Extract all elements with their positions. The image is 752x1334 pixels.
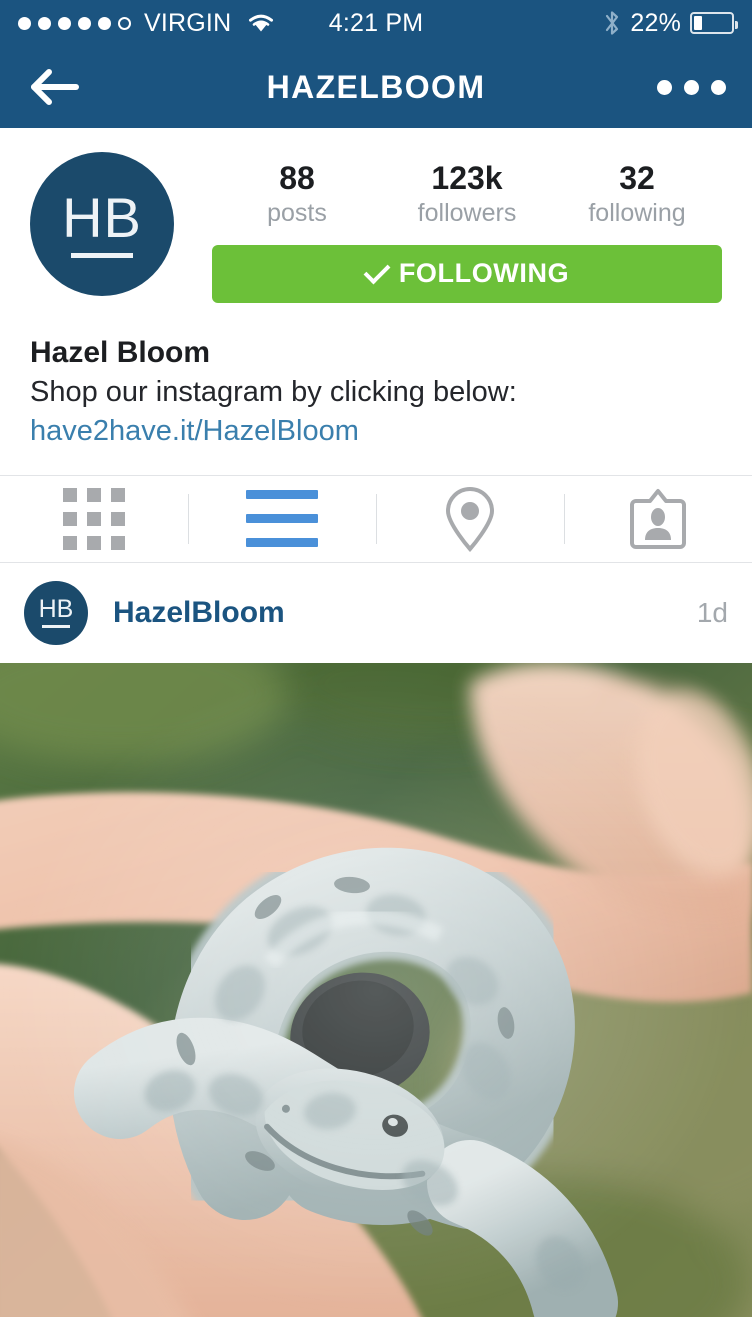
posts-label: posts <box>267 198 327 227</box>
grid-icon <box>63 487 125 550</box>
more-dot <box>684 79 699 95</box>
more-options-button[interactable] <box>657 79 726 95</box>
stat-posts[interactable]: 88 posts <box>212 160 382 228</box>
profile-tab-bar <box>0 474 752 563</box>
back-button[interactable] <box>26 67 86 107</box>
avatar-initials: HB <box>62 186 142 249</box>
avatar-underline <box>71 253 133 258</box>
followers-count: 123k <box>431 160 503 196</box>
post-avatar-underline <box>42 625 70 629</box>
check-icon <box>363 257 391 285</box>
full-name: Hazel Bloom <box>30 335 211 369</box>
status-bar-left: VIRGIN <box>18 9 376 38</box>
battery-icon <box>690 12 738 34</box>
stat-followers[interactable]: 123k followers <box>382 160 552 228</box>
wifi-icon <box>249 14 274 32</box>
stat-following[interactable]: 32 following <box>552 160 722 228</box>
following-count: 32 <box>619 160 655 196</box>
signal-strength-icon <box>18 16 131 30</box>
carrier-label: VIRGIN <box>144 8 232 37</box>
status-bar: VIRGIN 4:21 PM 22% <box>0 0 752 46</box>
post-timestamp: 1d <box>696 596 728 628</box>
post-header: HB HazelBloom 1d <box>0 562 752 663</box>
posts-count: 88 <box>279 160 315 196</box>
navigation-bar: HAZELBOOM <box>0 46 752 128</box>
bluetooth-icon <box>606 11 619 35</box>
profile-stats: 88 posts 123k followers 32 following <box>212 160 722 228</box>
following-button-label: FOLLOWING <box>398 258 570 289</box>
instagram-profile-screen: VIRGIN 4:21 PM 22% HAZELBOOM HB 88 posts… <box>0 0 752 1334</box>
tab-grid[interactable] <box>0 476 188 562</box>
more-dot <box>657 79 672 95</box>
followers-label: followers <box>417 198 517 227</box>
post-avatar-initials: HB <box>38 595 74 624</box>
website-link[interactable]: have2have.it/HazelBloom <box>30 412 359 451</box>
profile-header: HB 88 posts 123k followers 32 following <box>0 128 752 303</box>
list-icon <box>246 490 318 548</box>
page-title: HAZELBOOM <box>266 68 486 105</box>
status-bar-right: 22% <box>376 8 738 38</box>
tab-tagged[interactable] <box>564 476 752 562</box>
following-button[interactable]: FOLLOWING <box>212 244 722 303</box>
post-image-graphic <box>0 662 752 1317</box>
bio-text: Shop our instagram by clicking below: <box>30 375 517 408</box>
avatar[interactable]: HB <box>30 152 174 296</box>
battery-percent-label: 22% <box>630 8 681 37</box>
more-dot <box>711 79 726 95</box>
post-image[interactable] <box>0 662 752 1317</box>
following-label: following <box>588 198 686 227</box>
tagged-badge-icon <box>630 488 686 549</box>
post-avatar[interactable]: HB <box>24 580 88 645</box>
tab-map[interactable] <box>376 476 564 562</box>
profile-bio: Hazel Bloom Shop our instagram by clicki… <box>0 303 752 451</box>
back-arrow-icon <box>31 69 79 105</box>
location-pin-icon <box>445 486 495 552</box>
post-username[interactable]: HazelBloom <box>113 596 285 630</box>
tab-list[interactable] <box>188 476 376 562</box>
